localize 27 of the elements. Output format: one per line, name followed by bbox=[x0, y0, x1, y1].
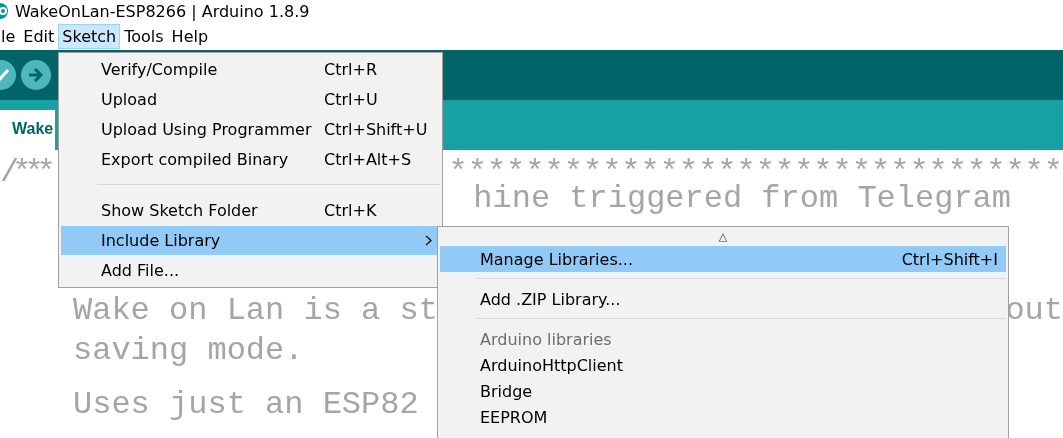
menu-item[interactable]: Edit bbox=[19, 23, 59, 49]
code-text: saving mode. bbox=[73, 331, 304, 371]
chevron-icon bbox=[425, 234, 432, 246]
menu-item[interactable]: Tools bbox=[120, 23, 168, 49]
menu-item[interactable]: le bbox=[0, 23, 20, 49]
upload-button[interactable] bbox=[21, 60, 51, 90]
menu-item[interactable]: Manage Libraries... Ctrl+Shift+I bbox=[440, 246, 1006, 272]
window-title: WakeOnLan-ESP8266 | Arduino 1.8.9 bbox=[15, 1, 310, 21]
tab[interactable]: Wake bbox=[0, 110, 56, 150]
code-text: out bbox=[1005, 291, 1063, 331]
menu-item[interactable]: Upload Using Programmer Ctrl+Shift+U bbox=[61, 114, 440, 145]
menu-item[interactable]: ArduinoHttpClient bbox=[440, 352, 1006, 378]
menu-item[interactable]: Help bbox=[167, 23, 213, 49]
menu-item[interactable]: EEPROM bbox=[440, 404, 1006, 430]
menu-heading: Arduino libraries bbox=[480, 329, 612, 349]
menu-item[interactable]: Add .ZIP Library... bbox=[440, 286, 1006, 312]
code-text: Uses just an ESP82 bbox=[73, 385, 419, 425]
menu-item[interactable]: Export compiled Binary Ctrl+Alt+S bbox=[61, 144, 440, 174]
menu-item[interactable]: Add File... bbox=[61, 255, 440, 285]
scroll-up-arrow[interactable]: △ bbox=[440, 228, 1006, 246]
menu-item[interactable]: Upload Ctrl+U bbox=[61, 84, 440, 115]
code-text: Wake on Lan is a st bbox=[73, 291, 438, 331]
menu-item[interactable]: Bridge bbox=[440, 378, 1006, 404]
menu-item[interactable]: Show Sketch Folder Ctrl+K bbox=[61, 195, 440, 226]
menu-item[interactable]: Include Library bbox=[61, 225, 440, 256]
menu-item[interactable]: Sketch bbox=[58, 23, 121, 49]
code-text: /*** bbox=[0, 153, 49, 193]
